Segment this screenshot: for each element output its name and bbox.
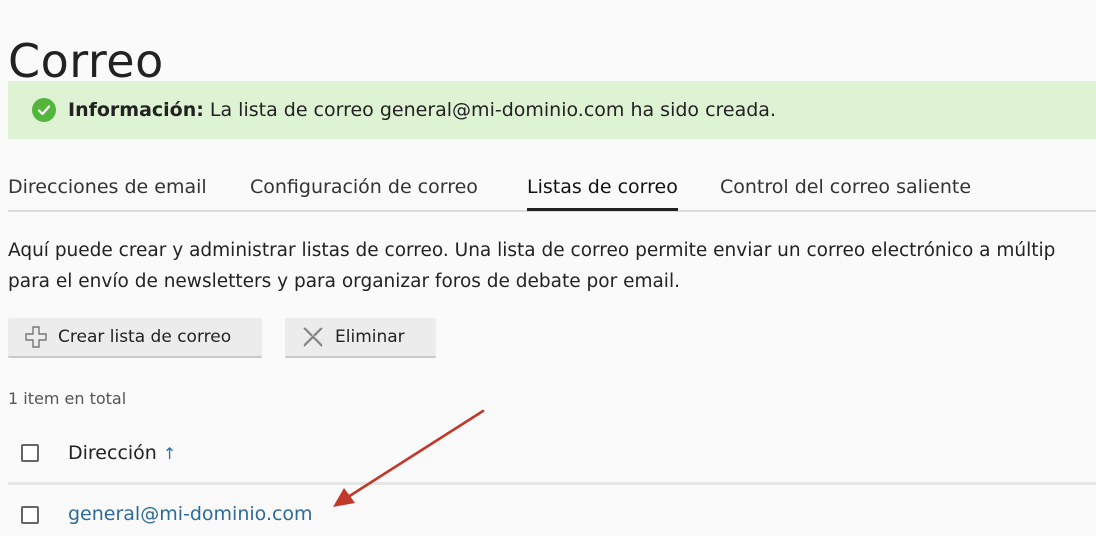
sort-ascending-icon: ↑ (162, 444, 177, 463)
tab-mailing-lists[interactable]: Listas de correo (527, 176, 678, 211)
info-alert: Información: La lista de correo general@… (8, 81, 1096, 139)
alert-message: La lista de correo general@mi-dominio.co… (203, 99, 776, 121)
tab-email-addresses[interactable]: Direcciones de email (8, 176, 207, 210)
delete-button-label: Eliminar (335, 327, 405, 347)
x-icon (301, 325, 325, 349)
delete-button[interactable]: Eliminar (285, 318, 436, 358)
create-button-label: Crear lista de correo (58, 327, 232, 347)
description-line-2: para el envío de newsletters y para orga… (8, 271, 680, 292)
check-circle-icon (32, 98, 56, 122)
mailing-list-address-link[interactable]: general@mi-dominio.com (68, 503, 313, 525)
table-header: Dirección ↑ (8, 430, 1096, 485)
page-description: Aquí puede crear y administrar listas de… (8, 235, 1096, 297)
plus-icon (24, 325, 48, 349)
column-header-label: Dirección (68, 442, 157, 464)
items-total: 1 item en total (8, 389, 127, 408)
select-all-checkbox[interactable] (21, 444, 39, 462)
alert-label: Información: (68, 99, 204, 121)
description-line-1: Aquí puede crear y administrar listas de… (8, 240, 1056, 261)
alert-text: Información: La lista de correo general@… (68, 99, 776, 121)
tab-bar: Direcciones de email Configuración de co… (8, 168, 1096, 212)
table-row: general@mi-dominio.com (8, 490, 1096, 536)
column-header-address[interactable]: Dirección ↑ (68, 442, 176, 464)
tab-mail-settings[interactable]: Configuración de correo (250, 176, 478, 210)
tab-outgoing-mail-control[interactable]: Control del correo saliente (720, 176, 971, 210)
row-checkbox[interactable] (21, 506, 39, 524)
create-mailing-list-button[interactable]: Crear lista de correo (8, 318, 262, 358)
